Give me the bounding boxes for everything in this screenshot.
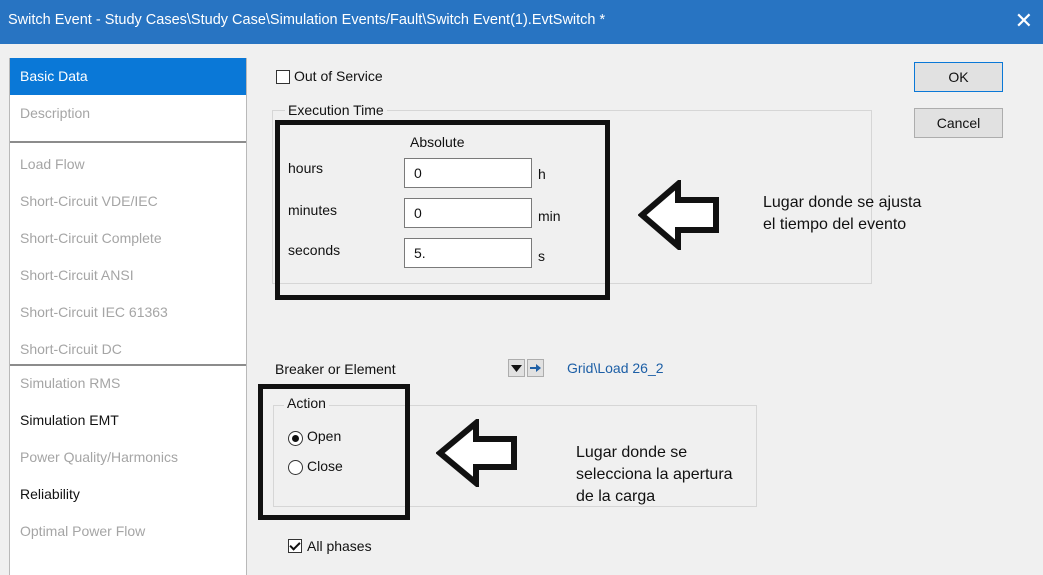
- sidebar-item-reliability[interactable]: Reliability: [10, 476, 246, 513]
- sidebar-item-power-quality-harmonics[interactable]: Power Quality/Harmonics: [10, 439, 246, 476]
- action-highlight: [258, 384, 410, 520]
- action-annotation: Lugar donde se selecciona la apertura de…: [576, 442, 733, 508]
- time-annotation: Lugar donde se ajusta el tiempo del even…: [763, 192, 921, 236]
- sidebar-item-short-circuit-vde-iec[interactable]: Short-Circuit VDE/IEC: [10, 183, 246, 220]
- title-bar: Switch Event - Study Cases\Study Case\Si…: [0, 0, 1043, 44]
- jump-to-button[interactable]: [527, 359, 544, 377]
- time-annotation-line: Lugar donde se ajusta: [763, 194, 922, 211]
- close-icon[interactable]: ✕: [1015, 8, 1033, 34]
- sidebar-item-short-circuit-dc[interactable]: Short-Circuit DC: [10, 331, 246, 368]
- all-phases-label: All phases: [307, 538, 372, 554]
- breaker-label: Breaker or Element: [275, 361, 396, 377]
- action-annotation-line: de la carga: [576, 488, 656, 505]
- sidebar-item-short-circuit-iec-61363[interactable]: Short-Circuit IEC 61363: [10, 294, 246, 331]
- triangle-down-icon: [511, 365, 522, 372]
- left-arrow-icon: [436, 419, 517, 487]
- arrow-right-icon: [530, 364, 541, 372]
- sidebar-item-load-flow[interactable]: Load Flow: [10, 146, 246, 183]
- dialog-content: Basic Data Description Load Flow Short-C…: [0, 44, 1043, 575]
- breaker-element-link[interactable]: Grid\Load 26_2: [567, 360, 664, 376]
- window-title: Switch Event - Study Cases\Study Case\Si…: [8, 12, 606, 28]
- sidebar-item-simulation-rms[interactable]: Simulation RMS: [10, 365, 246, 402]
- all-phases-checkbox[interactable]: [288, 539, 302, 553]
- sidebar-item-optimal-power-flow[interactable]: Optimal Power Flow: [10, 513, 246, 550]
- sidebar-divider: [10, 141, 246, 143]
- time-annotation-line: el tiempo del evento: [763, 216, 907, 233]
- out-of-service-checkbox[interactable]: [276, 70, 290, 84]
- left-arrow-icon: [638, 180, 719, 250]
- sidebar-item-short-circuit-complete[interactable]: Short-Circuit Complete: [10, 220, 246, 257]
- action-annotation-line: Lugar donde se: [576, 444, 688, 461]
- execution-time-label: Execution Time: [285, 102, 387, 118]
- ok-button[interactable]: OK: [914, 62, 1003, 92]
- sidebar-item-basic-data[interactable]: Basic Data: [10, 58, 246, 95]
- cancel-button[interactable]: Cancel: [914, 108, 1003, 138]
- sidebar: Basic Data Description Load Flow Short-C…: [9, 58, 247, 575]
- execution-time-highlight: [275, 120, 610, 300]
- sidebar-item-description[interactable]: Description: [10, 95, 246, 132]
- dropdown-button[interactable]: [508, 359, 525, 377]
- sidebar-item-short-circuit-ansi[interactable]: Short-Circuit ANSI: [10, 257, 246, 294]
- out-of-service-label: Out of Service: [294, 68, 383, 84]
- action-annotation-line: selecciona la apertura: [576, 466, 733, 483]
- sidebar-item-simulation-emt[interactable]: Simulation EMT: [10, 402, 246, 439]
